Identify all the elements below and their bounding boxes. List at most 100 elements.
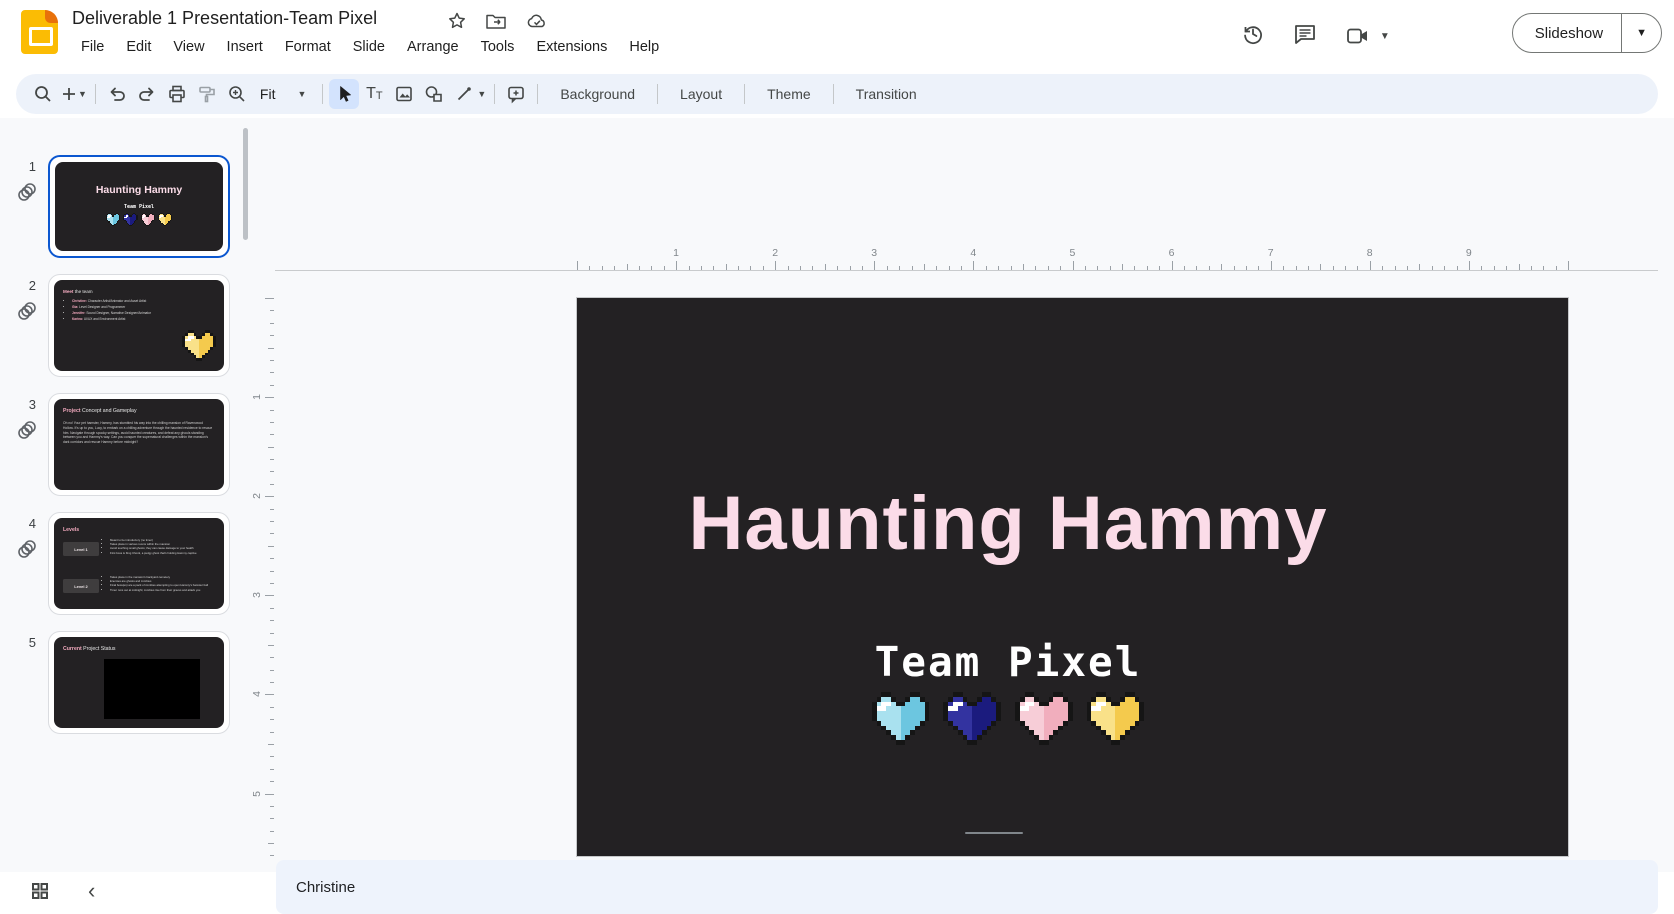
menu-format[interactable]: Format <box>274 36 342 58</box>
insert-shape-icon[interactable] <box>419 79 449 109</box>
filmstrip-scrollbar[interactable] <box>243 128 248 240</box>
background-button[interactable]: Background <box>544 86 651 102</box>
toolbar-divider <box>537 84 538 104</box>
thumb-heart-image <box>182 320 216 361</box>
zoom-caret-icon[interactable]: ▼ <box>297 89 306 99</box>
pixel-heart-pink <box>141 213 155 226</box>
ruler-tick <box>270 583 274 584</box>
comment-history-icon[interactable] <box>1292 21 1318 52</box>
ruler-tick <box>1506 266 1507 270</box>
ruler-tick <box>1258 266 1259 270</box>
slide-subtitle-text[interactable]: Team Pixel <box>577 638 1439 686</box>
ruler-tick <box>270 756 274 757</box>
menu-extensions[interactable]: Extensions <box>525 36 618 58</box>
star-icon[interactable] <box>447 11 467 31</box>
zoom-select[interactable]: Fit ▼ <box>252 86 316 102</box>
menu-edit[interactable]: Edit <box>115 36 162 58</box>
ruler-tick <box>270 422 274 423</box>
level-label-box: Level 1 <box>63 542 99 556</box>
ruler-tick <box>800 266 801 270</box>
slide-canvas[interactable]: Haunting Hammy Team Pixel <box>577 298 1568 856</box>
layout-button[interactable]: Layout <box>664 86 738 102</box>
menu-file[interactable]: File <box>70 36 115 58</box>
ruler-tick <box>270 385 274 386</box>
search-menus-icon[interactable] <box>28 79 58 109</box>
ruler-number-v: 3 <box>251 592 263 598</box>
speaker-notes[interactable]: Christine <box>276 860 1658 914</box>
slideshow-button[interactable]: Slideshow ▼ <box>1512 13 1662 53</box>
pixel-hearts-row[interactable] <box>577 692 1439 745</box>
slide-title-text[interactable]: Haunting Hammy <box>577 480 1439 567</box>
thumb-heading: Levels <box>63 527 79 533</box>
speaker-notes-text[interactable]: Christine <box>276 879 355 896</box>
menu-insert[interactable]: Insert <box>216 36 274 58</box>
slide-thumbnail-1[interactable]: Haunting HammyTeam Pixel <box>48 155 230 258</box>
ruler-tick <box>1073 261 1074 270</box>
slide-link-icon[interactable] <box>16 419 38 446</box>
collapse-filmstrip-icon[interactable]: ‹ <box>88 878 95 904</box>
slide-thumbnail-4[interactable]: Levels Level 1Meant to be introductory (n… <box>48 512 230 615</box>
print-icon[interactable] <box>162 79 192 109</box>
insert-image-icon[interactable] <box>389 79 419 109</box>
ruler-tick <box>1085 266 1086 270</box>
menu-slide[interactable]: Slide <box>342 36 396 58</box>
thumb-level-row: Level 2Takes place in the mansion's back… <box>63 575 221 593</box>
ruler-tick <box>1209 266 1210 270</box>
ruler-tick <box>268 546 274 547</box>
transition-button[interactable]: Transition <box>840 86 933 102</box>
grid-view-icon[interactable] <box>30 881 50 906</box>
ruler-tick <box>899 266 900 270</box>
redo-icon[interactable] <box>132 79 162 109</box>
ruler-tick <box>270 657 274 658</box>
menu-bar: FileEditViewInsertFormatSlideArrangeTool… <box>70 36 670 58</box>
paint-format-icon[interactable] <box>192 79 222 109</box>
theme-button[interactable]: Theme <box>751 86 827 102</box>
slideshow-label[interactable]: Slideshow <box>1513 25 1621 42</box>
slide-content: Haunting Hammy Team Pixel <box>577 298 1439 856</box>
insert-comment-icon[interactable] <box>501 79 531 109</box>
ruler-number-h: 2 <box>772 247 778 259</box>
ruler-tick <box>270 509 274 510</box>
slideshow-caret-icon[interactable]: ▼ <box>1622 27 1661 39</box>
menu-view[interactable]: View <box>162 36 215 58</box>
undo-icon[interactable] <box>102 79 132 109</box>
ruler-tick <box>1097 266 1098 270</box>
menu-arrange[interactable]: Arrange <box>396 36 470 58</box>
line-caret-icon[interactable]: ▼ <box>477 89 486 99</box>
toolbar-divider <box>744 84 745 104</box>
thumb-level-row: Level 1Meant to be introductory (no time… <box>63 538 221 556</box>
thumbnail-slide-3: Project Concept and GameplayOh no! Your … <box>54 399 224 490</box>
slide-thumbnail-3[interactable]: Project Concept and GameplayOh no! Your … <box>48 393 230 496</box>
menu-tools[interactable]: Tools <box>470 36 526 58</box>
cloud-saved-icon[interactable] <box>526 11 548 31</box>
ruler-tick <box>268 744 274 745</box>
zoom-in-icon[interactable] <box>222 79 252 109</box>
ruler-tick <box>949 266 950 270</box>
insert-line-icon[interactable] <box>449 79 479 109</box>
move-folder-icon[interactable] <box>485 11 507 31</box>
ruler-tick <box>651 266 652 270</box>
menu-help[interactable]: Help <box>618 36 670 58</box>
join-call-button[interactable]: ▼ <box>1344 24 1390 48</box>
slide-link-icon[interactable] <box>16 300 38 327</box>
thumb-body-text: Oh no! Your pet hamster, Hammy, has stum… <box>63 421 213 445</box>
ruler-tick <box>1419 264 1420 270</box>
new-slide-caret-icon[interactable]: ▼ <box>78 89 87 99</box>
ruler-tick <box>1519 264 1520 270</box>
notes-resize-handle[interactable] <box>965 832 1023 834</box>
document-title[interactable]: Deliverable 1 Presentation-Team Pixel <box>72 8 377 29</box>
slide-thumbnail-5[interactable]: Current Project Status <box>48 631 230 734</box>
slides-logo-icon[interactable] <box>21 10 58 54</box>
new-slide-button[interactable] <box>58 79 80 109</box>
select-tool-button[interactable] <box>329 79 359 109</box>
version-history-icon[interactable] <box>1240 21 1266 52</box>
text-box-icon[interactable]: TT <box>359 79 389 109</box>
slide-link-icon[interactable] <box>16 181 38 208</box>
join-call-caret-icon[interactable]: ▼ <box>1380 31 1390 42</box>
thumb-heading: Current Project Status <box>63 646 115 652</box>
thumbnail-slide-2: Meet the teamChristine: Character Artist… <box>54 280 224 371</box>
slide-link-icon[interactable] <box>16 538 38 565</box>
zoom-value[interactable]: Fit <box>260 86 276 102</box>
slide-thumbnail-2[interactable]: Meet the teamChristine: Character Artist… <box>48 274 230 377</box>
ruler-tick <box>1457 266 1458 270</box>
